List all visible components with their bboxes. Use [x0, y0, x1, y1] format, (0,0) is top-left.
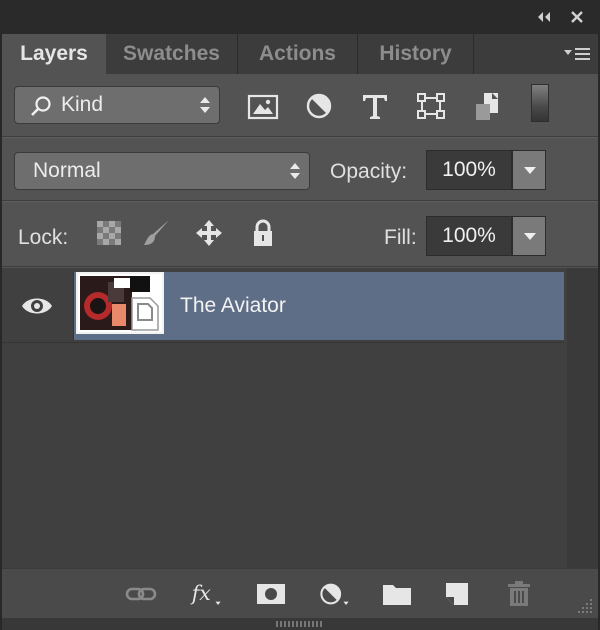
panel-title-bar: [0, 0, 600, 34]
lock-position-icon[interactable]: [194, 218, 224, 248]
link-layers-icon[interactable]: [124, 579, 158, 609]
chevron-down-icon: [524, 167, 536, 174]
tab-history[interactable]: History: [358, 34, 474, 74]
updown-arrows-icon: [290, 163, 300, 179]
resize-grip-icon[interactable]: [574, 595, 594, 615]
layers-footer-toolbar: fx: [2, 568, 598, 619]
new-adjustment-layer-icon[interactable]: [318, 579, 352, 609]
svg-text:fx: fx: [190, 581, 211, 605]
tab-actions[interactable]: Actions: [238, 34, 358, 74]
visibility-cell: [2, 272, 74, 340]
new-group-icon[interactable]: [380, 579, 414, 609]
fx-icon[interactable]: fx: [190, 579, 224, 609]
row-divider: [2, 342, 564, 343]
image-filter-icon[interactable]: [246, 90, 280, 122]
panel-resize-bar[interactable]: [2, 618, 598, 630]
grip-dots: [276, 621, 324, 627]
divider: [2, 137, 598, 138]
smart-object-filter-icon[interactable]: [472, 90, 506, 122]
opacity-label: Opacity:: [330, 160, 408, 183]
add-mask-icon[interactable]: [254, 579, 288, 609]
blend-mode-select[interactable]: Normal: [14, 152, 310, 190]
layer-thumbnail[interactable]: [76, 272, 164, 334]
new-layer-icon[interactable]: [440, 579, 474, 609]
scrollbar-track[interactable]: [567, 268, 598, 594]
blend-mode-label: Normal: [33, 159, 101, 182]
adjustment-filter-icon[interactable]: [302, 90, 336, 122]
layers-panel: Layers Swatches Actions History Kind Nor…: [2, 34, 598, 630]
fill-input[interactable]: 100%: [426, 216, 512, 256]
fill-dropdown-button[interactable]: [512, 216, 546, 256]
shape-filter-icon[interactable]: [414, 90, 448, 122]
search-icon: [31, 96, 51, 116]
eye-icon[interactable]: [20, 292, 54, 320]
opacity-dropdown-button[interactable]: [512, 150, 546, 190]
layer-list: The Aviator: [2, 268, 598, 594]
tab-swatches[interactable]: Swatches: [106, 34, 238, 74]
aviator-thumbnail-image: [78, 274, 162, 332]
close-icon[interactable]: [568, 8, 586, 26]
fill-label: Fill:: [384, 226, 417, 249]
filter-kind-label: Kind: [61, 93, 104, 116]
tab-layers[interactable]: Layers: [2, 34, 106, 74]
filter-toggle-switch[interactable]: [531, 84, 549, 122]
filter-kind-select[interactable]: Kind: [14, 86, 220, 124]
collapse-panel-icon[interactable]: [534, 8, 554, 26]
updown-arrows-icon: [200, 97, 210, 113]
type-filter-icon[interactable]: [358, 90, 392, 122]
lock-label: Lock:: [18, 226, 69, 249]
lock-all-icon[interactable]: [248, 218, 278, 248]
divider: [2, 266, 598, 267]
tab-bar: Layers Swatches Actions History: [2, 34, 598, 74]
lock-transparent-pixels-icon[interactable]: [94, 218, 124, 248]
delete-layer-icon[interactable]: [502, 579, 536, 609]
opacity-input[interactable]: 100%: [426, 150, 512, 190]
lock-image-pixels-icon[interactable]: [142, 218, 172, 248]
divider: [2, 201, 598, 202]
layer-name[interactable]: The Aviator: [180, 272, 286, 340]
chevron-down-icon: [524, 233, 536, 240]
panel-menu-icon[interactable]: [562, 44, 592, 64]
